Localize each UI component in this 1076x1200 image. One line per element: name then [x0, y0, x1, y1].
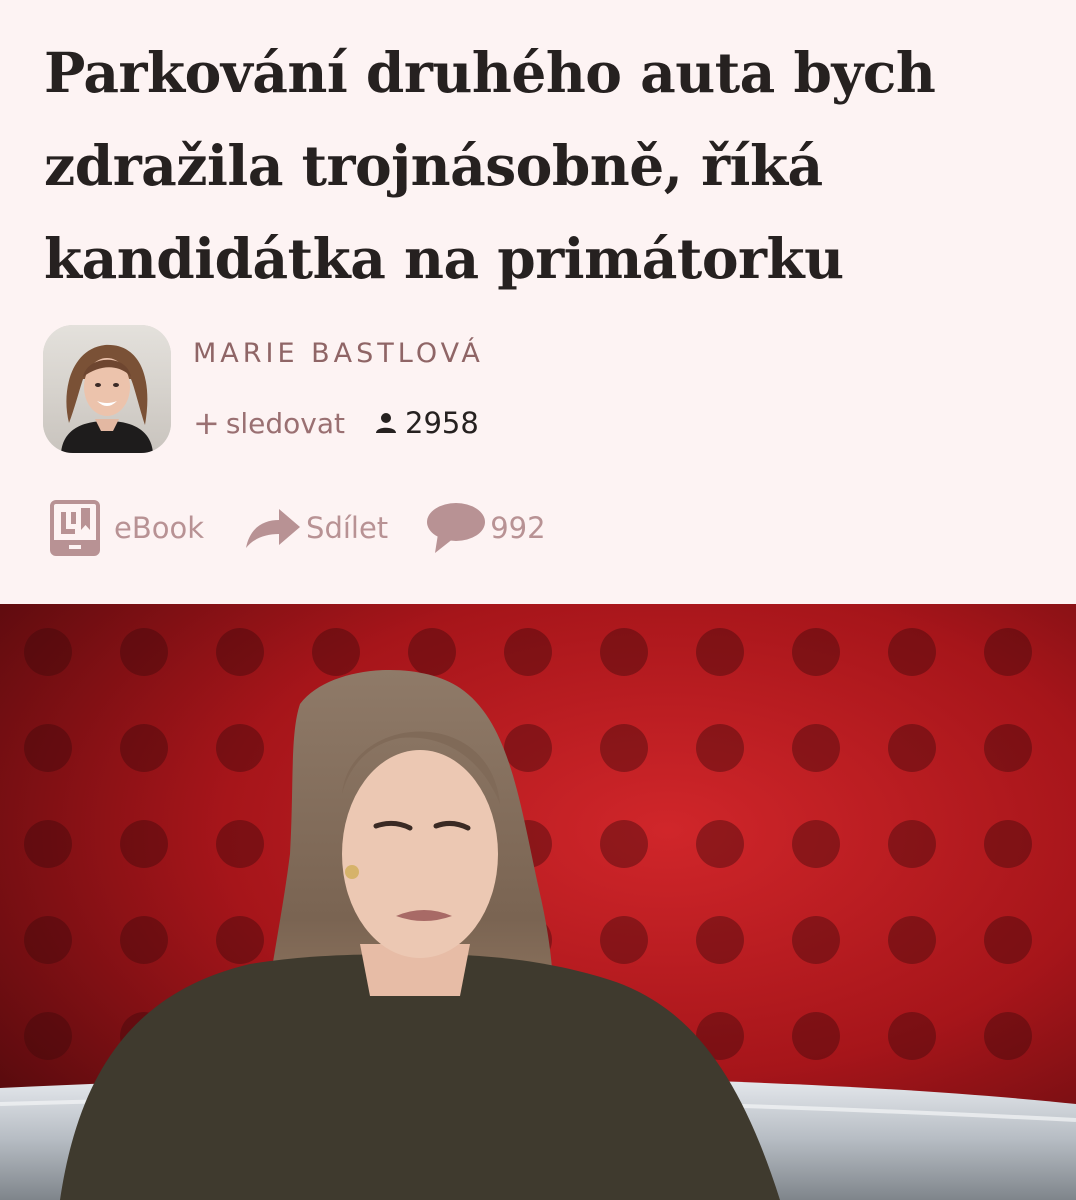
article-header: Parkování druhého auta bych zdražila tro…: [0, 0, 1076, 604]
author-photo: [43, 325, 171, 453]
comments-count: 992: [490, 511, 546, 545]
ebook-label: eBook: [114, 511, 205, 545]
comments-button[interactable]: 992: [426, 502, 546, 554]
follower-count: 2958: [375, 406, 479, 440]
follow-label: sledovat: [225, 406, 346, 440]
comment-bubble-icon: [427, 503, 486, 553]
share-label: Sdílet: [306, 511, 389, 545]
share-arrow-icon: [246, 509, 301, 548]
ebook-button[interactable]: eBook: [50, 500, 204, 556]
hero-photo: [0, 604, 1076, 1200]
article-actions: eBook Sdílet 992: [50, 500, 546, 556]
article-headline: Parkování druhého auta bych zdražila tro…: [44, 40, 936, 291]
ebook-icon: [50, 500, 100, 556]
plus-icon: +: [193, 404, 220, 442]
author-avatar[interactable]: [43, 325, 171, 453]
person-icon: [376, 413, 397, 433]
share-button[interactable]: Sdílet: [244, 505, 388, 551]
hero-image[interactable]: [0, 604, 1076, 1200]
follow-button[interactable]: + sledovat: [193, 407, 345, 440]
author-name[interactable]: MARIE BASTLOVÁ: [193, 338, 484, 369]
author-meta: + sledovat 2958: [193, 402, 479, 444]
follower-count-value: 2958: [405, 406, 479, 440]
